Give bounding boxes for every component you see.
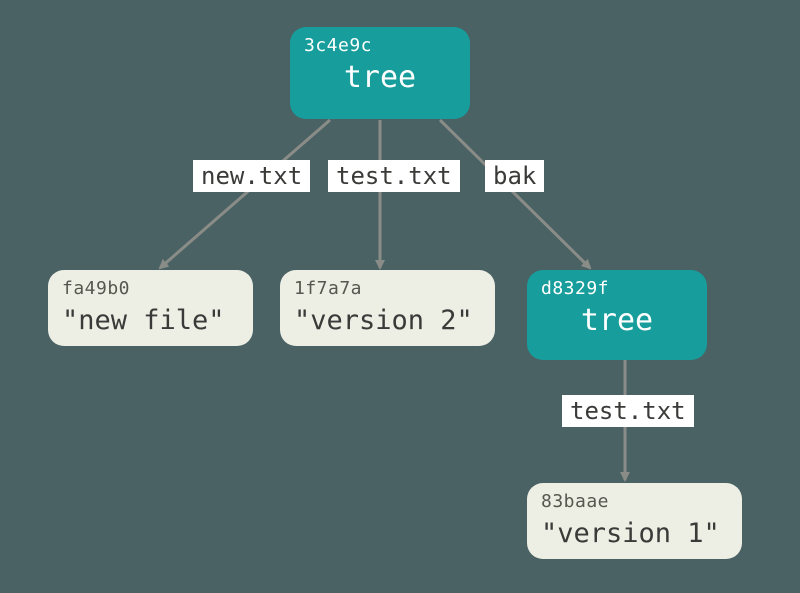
edge-label-new-txt: new.txt	[193, 160, 310, 192]
node-hash: 1f7a7a	[294, 278, 481, 299]
node-content: "new file"	[62, 305, 239, 336]
node-root-tree: 3c4e9c tree	[290, 27, 470, 119]
edge-label-test-txt: test.txt	[328, 160, 460, 192]
node-hash: d8329f	[541, 278, 693, 299]
node-blob-version-1: 83baae "version 1"	[527, 483, 742, 559]
node-content: "version 2"	[294, 305, 481, 336]
node-kind: tree	[541, 303, 693, 338]
node-hash: 3c4e9c	[304, 35, 456, 56]
node-blob-version-2: 1f7a7a "version 2"	[280, 270, 495, 346]
node-hash: 83baae	[541, 491, 728, 512]
node-kind: tree	[304, 60, 456, 95]
node-blob-new-file: fa49b0 "new file"	[48, 270, 253, 346]
node-bak-tree: d8329f tree	[527, 270, 707, 360]
diagram-stage: 3c4e9c tree fa49b0 "new file" 1f7a7a "ve…	[0, 0, 800, 593]
edge-label-bak: bak	[485, 160, 544, 192]
node-content: "version 1"	[541, 518, 728, 549]
node-hash: fa49b0	[62, 278, 239, 299]
edge-label-bak-test-txt: test.txt	[562, 395, 694, 427]
